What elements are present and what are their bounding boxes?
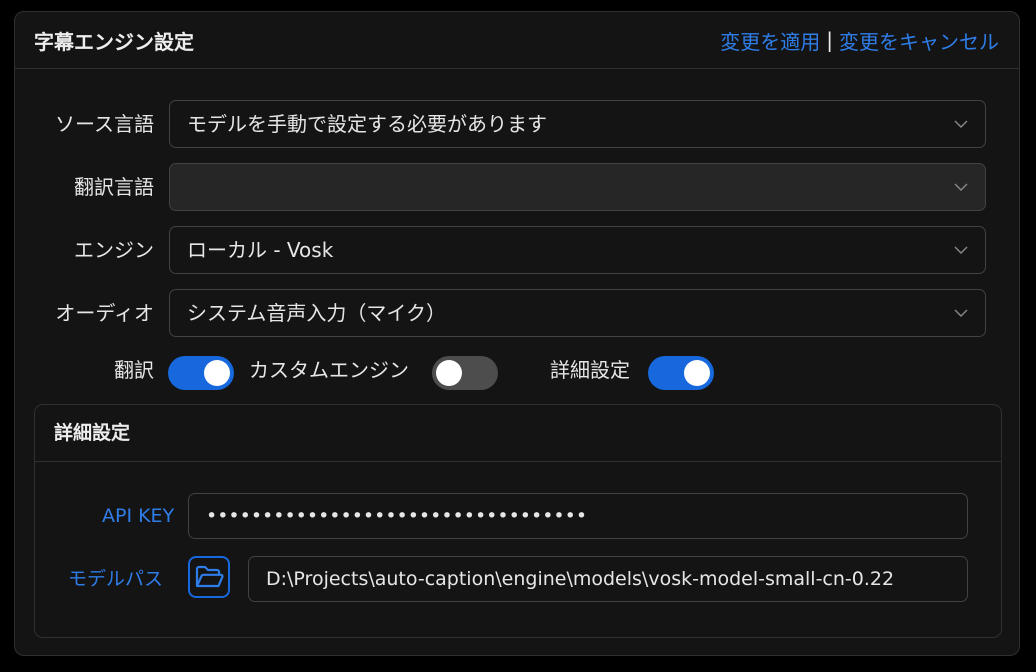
- toggle-knob: [204, 360, 230, 386]
- toggle-row: 翻訳 カスタムエンジン 詳細設定: [15, 355, 1021, 390]
- translation-toggle-label: 翻訳: [114, 358, 154, 382]
- engine-value: ローカル - Vosk: [187, 238, 334, 262]
- apply-changes-link[interactable]: 変更を適用: [720, 26, 820, 55]
- chevron-down-icon: [954, 309, 968, 317]
- source-language-row: ソース言語 モデルを手動で設定する必要があります: [15, 100, 1021, 148]
- audio-row: オーディオ システム音声入力（マイク）: [15, 289, 1021, 337]
- audio-value: システム音声入力（マイク）: [187, 301, 446, 325]
- advanced-toggle-label: 詳細設定: [550, 358, 630, 382]
- header-actions: 変更を適用 | 変更をキャンセル: [720, 26, 999, 55]
- browse-folder-button[interactable]: [188, 556, 230, 598]
- source-language-select[interactable]: モデルを手動で設定する必要があります: [169, 100, 986, 148]
- advanced-settings-card: 詳細設定 API KEY •••••••••••••••••••••••••••…: [34, 404, 1002, 638]
- model-path-label: モデルパス: [68, 568, 164, 590]
- translation-toggle[interactable]: [168, 356, 234, 390]
- custom-engine-toggle-label: カスタムエンジン: [249, 358, 409, 382]
- toggle-knob: [436, 360, 462, 386]
- source-language-label: ソース言語: [55, 112, 154, 136]
- caption-engine-settings-card: 字幕エンジン設定 変更を適用 | 変更をキャンセル ソース言語 モデルを手動で設…: [14, 11, 1020, 656]
- translation-language-row: 翻訳言語: [15, 163, 1021, 211]
- advanced-settings-title: 詳細設定: [35, 405, 1001, 462]
- source-language-value: モデルを手動で設定する必要があります: [187, 112, 547, 136]
- api-key-label: API KEY: [102, 505, 175, 527]
- cancel-changes-link[interactable]: 変更をキャンセル: [839, 26, 999, 55]
- custom-engine-toggle[interactable]: [432, 356, 498, 390]
- separator: |: [826, 28, 833, 52]
- chevron-down-icon: [954, 183, 968, 191]
- advanced-toggle[interactable]: [648, 356, 714, 390]
- toggle-knob: [684, 360, 710, 386]
- translation-language-label: 翻訳言語: [74, 175, 154, 199]
- engine-label: エンジン: [74, 238, 154, 262]
- chevron-down-icon: [954, 120, 968, 128]
- model-path-input[interactable]: D:\Projects\auto-caption\engine\models\v…: [248, 556, 968, 602]
- audio-label: オーディオ: [55, 301, 154, 325]
- audio-select[interactable]: システム音声入力（マイク）: [169, 289, 986, 337]
- folder-open-icon: [195, 565, 224, 588]
- engine-select[interactable]: ローカル - Vosk: [169, 226, 986, 274]
- card-title: 字幕エンジン設定: [34, 29, 194, 54]
- card-header: 字幕エンジン設定 変更を適用 | 変更をキャンセル: [15, 12, 1019, 69]
- translation-language-select[interactable]: [169, 163, 986, 211]
- api-key-input[interactable]: ••••••••••••••••••••••••••••••••••: [188, 493, 968, 539]
- engine-row: エンジン ローカル - Vosk: [15, 226, 1021, 274]
- chevron-down-icon: [954, 246, 968, 254]
